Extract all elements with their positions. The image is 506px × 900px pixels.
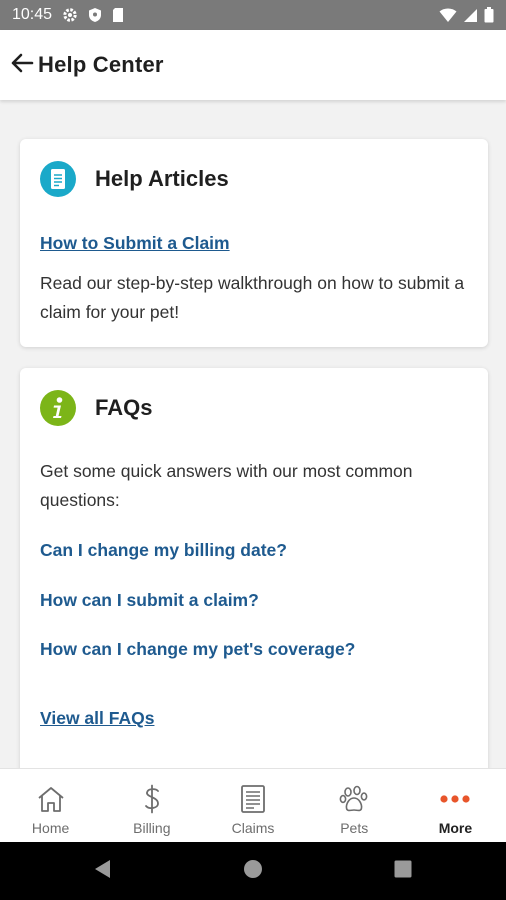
nav-billing[interactable]: Billing [101,769,202,842]
submit-claim-article-link[interactable]: How to Submit a Claim [40,233,230,254]
nav-home[interactable]: Home [0,769,101,842]
home-icon [36,783,66,815]
arrow-left-icon [10,52,34,79]
nav-pets[interactable]: Pets [304,769,405,842]
sd-card-icon [112,7,124,23]
help-articles-card: Help Articles How to Submit a Claim Read… [20,139,488,347]
faqs-intro: Get some quick answers with our most com… [40,461,413,510]
system-recents-button[interactable] [328,860,478,883]
battery-icon [484,7,494,23]
help-content[interactable]: Help Articles How to Submit a Claim Read… [0,100,506,768]
document-icon [40,161,76,197]
system-nav-bar [0,842,506,900]
faqs-title: FAQs [95,395,153,420]
faq-submit-claim-link[interactable]: How can I submit a claim? [40,590,259,611]
view-all-faqs-link[interactable]: View all FAQs [40,708,154,729]
bottom-nav: Home Billing Claims Pets More [0,768,506,842]
status-time: 10:45 [12,6,53,23]
nav-claims[interactable]: Claims [202,769,303,842]
faqs-card: FAQs Get some quick answers with our mos… [20,368,488,768]
help-articles-title: Help Articles [95,166,229,191]
circle-home-icon [243,859,263,884]
nav-more-label: More [438,820,473,836]
status-bar: 10:45 [0,0,506,30]
faq-billing-date-link[interactable]: Can I change my billing date? [40,540,287,561]
page-title: Help Center [38,52,164,77]
info-icon [40,390,76,426]
help-articles-description: Read our step-by-step walkthrough on how… [40,273,465,322]
triangle-back-icon [94,859,112,884]
system-back-button[interactable] [28,859,178,884]
signal-icon [463,8,478,23]
nav-more[interactable]: More [405,769,506,842]
square-recents-icon [394,860,412,883]
nav-home-label: Home [31,820,70,836]
paw-icon [339,783,369,815]
nav-billing-label: Billing [133,820,171,836]
settings-icon [62,7,78,23]
app-bar: Help Center [0,30,506,100]
dollar-icon [140,783,164,815]
system-home-button[interactable] [178,859,328,884]
more-icon [439,783,471,815]
shield-icon [88,7,102,23]
nav-pets-label: Pets [340,820,369,836]
nav-claims-label: Claims [231,820,275,836]
back-button[interactable] [8,51,36,79]
claims-icon [240,783,266,815]
faq-change-coverage-link[interactable]: How can I change my pet's coverage? [40,639,355,660]
wifi-icon [439,8,457,23]
